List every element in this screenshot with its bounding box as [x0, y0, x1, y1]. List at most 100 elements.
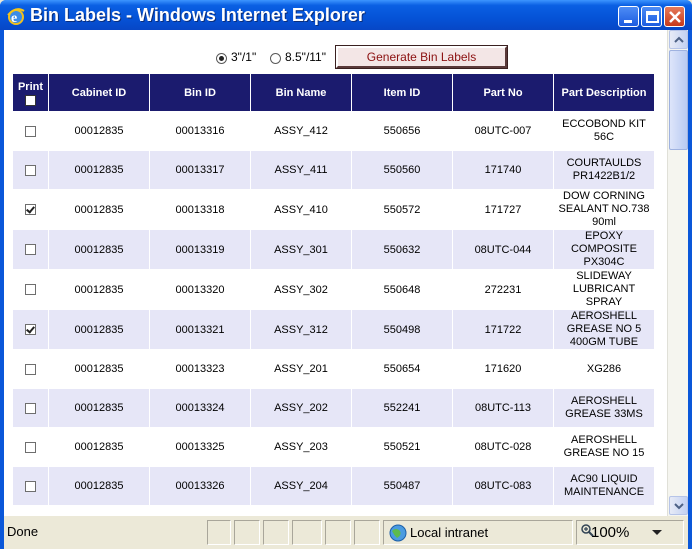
bin-name-cell: ASSY_410: [274, 203, 328, 216]
status-bar: Done Local intranet 100%: [4, 516, 688, 549]
part-no-header[interactable]: Part No: [453, 74, 553, 111]
part-description-header[interactable]: Part Description: [554, 74, 654, 111]
select-all-checkbox[interactable]: [25, 94, 36, 106]
print-checkbox[interactable]: [25, 244, 36, 256]
status-pane: [207, 520, 231, 545]
bin-name-cell: ASSY_203: [274, 441, 328, 453]
print-checkbox-cell: [13, 151, 48, 189]
item-id-cell: 550521: [383, 441, 421, 453]
part-no-cell: 171722: [453, 310, 553, 349]
print-checkbox[interactable]: [25, 480, 36, 492]
print-checkbox[interactable]: [25, 164, 36, 176]
part-description-cell: ECCOBOND KIT 56C: [562, 118, 646, 143]
scroll-up-button[interactable]: [669, 30, 688, 49]
bin-id-cell: 00013316: [175, 125, 225, 137]
cabinet-id-cell: 00012835: [74, 203, 124, 216]
part-no-cell: 171727: [484, 203, 522, 216]
table-header-row: Print Cabinet ID Bin ID Bin Name Item ID…: [13, 74, 654, 111]
maximize-icon: [646, 11, 659, 23]
table-row: 00012835 00013323 ASSY_201 550654 171620 XG28…: [13, 350, 654, 388]
bin-id-cell: 00013321: [150, 310, 250, 349]
bin-id-cell: 00013319: [150, 230, 250, 269]
bin-name-cell: ASSY_202: [251, 389, 351, 427]
part-description-cell: COURTAULDS PR1422B1/2: [554, 151, 654, 189]
print-checkbox[interactable]: [25, 363, 36, 375]
radio-size-3x1[interactable]: [216, 53, 227, 64]
print-checkbox[interactable]: [25, 284, 36, 296]
status-pane: [234, 520, 260, 545]
cabinet-id-cell: 00012835: [74, 363, 124, 375]
bin-id-cell: 00013318: [175, 203, 225, 216]
item-id-cell: 550487: [352, 467, 452, 505]
vertical-scrollbar[interactable]: [667, 30, 688, 516]
item-id-cell: 550654: [383, 363, 421, 375]
part-description-cell: XG286: [586, 362, 622, 375]
chevron-down-icon: [674, 503, 684, 510]
print-checkbox[interactable]: [25, 402, 36, 414]
maximize-button[interactable]: [641, 6, 662, 27]
bin-id-header[interactable]: Bin ID: [150, 74, 250, 111]
print-checkbox[interactable]: [25, 441, 36, 453]
bin-name-cell: ASSY_312: [251, 310, 351, 349]
browser-window: e Bin Labels - Windows Internet Explorer…: [0, 0, 692, 549]
bin-name-cell: ASSY_302: [274, 283, 328, 296]
table-row: 00012835 00013324 ASSY_202 552241 08UTC-113 A…: [13, 389, 654, 427]
cabinet-id-cell: 00012835: [49, 310, 149, 349]
bin-id-cell: 00013324: [150, 389, 250, 427]
bin-name-cell: ASSY_301: [251, 230, 351, 269]
radio-size-8x11[interactable]: [270, 53, 281, 64]
radio-size-8x11-label: 8.5"/11": [285, 50, 326, 64]
security-zone-pane[interactable]: Local intranet: [383, 520, 573, 545]
part-description-cell: AEROSHELL GREASE 33MS: [554, 389, 654, 427]
scroll-down-button[interactable]: [669, 496, 688, 515]
cabinet-id-header[interactable]: Cabinet ID: [49, 74, 149, 111]
table-row: 00012835 00013321 ASSY_312 550498 171722 AERO…: [13, 310, 654, 349]
bin-name-cell: ASSY_411: [251, 151, 351, 189]
print-checkbox[interactable]: [25, 204, 36, 216]
cabinet-id-cell: 00012835: [49, 230, 149, 269]
bin-name-header[interactable]: Bin Name: [251, 74, 351, 111]
cabinet-id-cell: 00012835: [49, 467, 149, 505]
bin-id-cell: 00013325: [175, 441, 225, 453]
bin-id-cell: 00013317: [150, 151, 250, 189]
item-id-header[interactable]: Item ID: [352, 74, 452, 111]
svg-text:e: e: [11, 11, 17, 26]
table-row: 00012835 00013325 ASSY_203 550521 08UTC-028 A…: [13, 428, 654, 466]
label-size-controls: 3"/1" 8.5"/11" Generate Bin Labels: [4, 44, 667, 70]
generate-bin-labels-button[interactable]: Generate Bin Labels: [335, 45, 508, 69]
cabinet-id-cell: 00012835: [49, 151, 149, 189]
part-no-cell: 08UTC-044: [453, 230, 553, 269]
close-button[interactable]: [664, 6, 685, 27]
print-checkbox[interactable]: [25, 125, 36, 137]
part-no-cell: 08UTC-083: [453, 467, 553, 505]
part-no-cell: 171740: [453, 151, 553, 189]
minimize-icon: [624, 20, 632, 23]
zoom-pane[interactable]: 100%: [576, 520, 684, 545]
chevron-down-icon[interactable]: [651, 529, 663, 537]
window-title: Bin Labels - Windows Internet Explorer: [30, 5, 365, 25]
item-id-cell: 550560: [352, 151, 452, 189]
print-checkbox-cell: [13, 310, 48, 349]
item-id-cell: 550632: [352, 230, 452, 269]
table-row: 00012835 00013317 ASSY_411 550560 171740 COUR…: [13, 151, 654, 189]
minimize-button[interactable]: [618, 6, 639, 27]
part-no-cell: 08UTC-028: [474, 441, 532, 453]
zoom-level: 100%: [591, 524, 630, 541]
part-no-cell: 272231: [484, 283, 522, 296]
print-checkbox-cell: [13, 428, 48, 466]
page-content: 3"/1" 8.5"/11" Generate Bin Labels Print…: [4, 30, 688, 516]
status-pane: [292, 520, 322, 545]
status-pane: [354, 520, 380, 545]
part-no-cell: 08UTC-007: [474, 125, 532, 137]
item-id-cell: 552241: [352, 389, 452, 427]
print-checkbox-cell: [13, 270, 48, 309]
item-id-cell: 550498: [352, 310, 452, 349]
print-checkbox-cell: [13, 112, 48, 150]
globe-icon: [389, 524, 407, 542]
title-bar[interactable]: e Bin Labels - Windows Internet Explorer: [0, 0, 692, 30]
scroll-thumb[interactable]: [669, 50, 688, 150]
part-description-cell: EPOXY COMPOSITE PX304C: [554, 230, 654, 269]
bin-id-cell: 00013323: [175, 363, 225, 375]
print-checkbox[interactable]: [25, 324, 36, 336]
part-description-cell: SLIDEWAY LUBRICANT SPRAY: [572, 270, 636, 308]
